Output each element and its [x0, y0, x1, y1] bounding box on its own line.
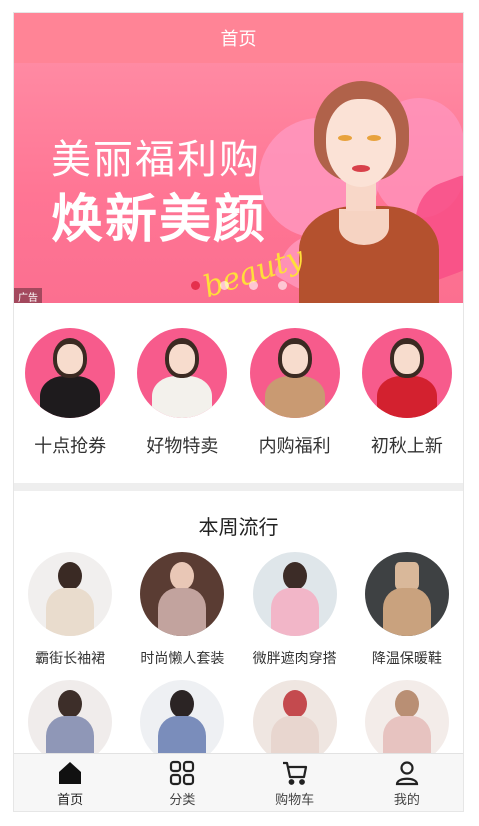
category-item-new-arrivals[interactable]: 初秋上新	[351, 303, 463, 483]
product-image	[252, 552, 337, 636]
tab-cart[interactable]: 购物车	[239, 754, 351, 811]
home-icon	[59, 762, 82, 784]
category-label: 内购福利	[258, 436, 331, 457]
page-header: 首页	[14, 13, 463, 63]
grid-icon	[170, 760, 195, 786]
banner-subheadline: 焕新美颜	[51, 190, 268, 250]
trending-item[interactable]: 降温保暖鞋	[351, 552, 463, 668]
category-item-benefits[interactable]: 内购福利	[239, 303, 351, 483]
tab-profile[interactable]: 我的	[351, 754, 463, 811]
category-image	[25, 328, 116, 418]
user-icon	[395, 761, 418, 786]
product-label: 时尚懒人套装	[140, 651, 225, 667]
section-title: 本周流行	[198, 515, 279, 539]
category-item-coupons[interactable]: 十点抢券	[14, 303, 126, 483]
product-image	[364, 552, 449, 636]
product-label: 霸街长袖裙	[35, 651, 106, 667]
ad-label: 广告	[14, 288, 42, 303]
promo-banner[interactable]: 美丽福利购 焕新美颜 beauty 广告	[14, 63, 463, 303]
category-item-deals[interactable]: 好物特卖	[126, 303, 238, 483]
trending-item[interactable]: 霸街长袖裙	[14, 552, 126, 668]
section-divider	[14, 483, 463, 491]
carousel-dot[interactable]	[277, 281, 287, 290]
product-label: 微胖遮肉穿搭	[252, 651, 337, 667]
category-image	[137, 328, 228, 418]
cart-icon	[282, 761, 307, 785]
trending-item[interactable]: 微胖遮肉穿搭	[239, 552, 351, 668]
product-image	[28, 552, 113, 636]
tab-label: 我的	[393, 793, 420, 808]
category-image	[361, 328, 452, 418]
trending-item[interactable]: 时尚懒人套装	[126, 552, 238, 668]
carousel-dot[interactable]	[219, 281, 229, 290]
category-image	[249, 328, 340, 418]
page-title: 首页	[220, 29, 257, 50]
product-image	[364, 680, 449, 764]
product-image	[28, 680, 113, 764]
product-image	[140, 680, 225, 764]
tab-category[interactable]: 分类	[126, 754, 238, 811]
carousel-dot[interactable]	[190, 281, 200, 290]
product-image	[252, 680, 337, 764]
tab-label: 首页	[57, 793, 84, 808]
category-label: 好物特卖	[146, 436, 219, 457]
carousel-indicator	[14, 281, 463, 290]
weekly-trending-section: 本周流行 霸街长袖裙 时尚懒人套装 微胖遮肉穿搭 降温保暖鞋	[14, 491, 463, 764]
tab-label: 分类	[169, 793, 196, 808]
category-row: 十点抢券 好物特卖 内购福利 初秋上新	[14, 303, 463, 483]
category-label: 初秋上新	[370, 436, 443, 457]
trending-grid: 霸街长袖裙 时尚懒人套装 微胖遮肉穿搭 降温保暖鞋	[14, 540, 463, 776]
product-label: 降温保暖鞋	[371, 651, 442, 667]
product-image	[140, 552, 225, 636]
banner-model-image	[299, 81, 439, 303]
app-frame: 首页 美丽福利购 焕新美颜 beauty 广告 十点抢券 好物特卖 内购福利 初…	[13, 12, 464, 812]
bottom-tab-bar: 首页 分类 购物车 我的	[14, 753, 463, 811]
category-label: 十点抢券	[34, 436, 107, 457]
carousel-dot[interactable]	[248, 281, 258, 290]
tab-label: 购物车	[275, 793, 315, 808]
tab-home[interactable]: 首页	[14, 754, 126, 811]
